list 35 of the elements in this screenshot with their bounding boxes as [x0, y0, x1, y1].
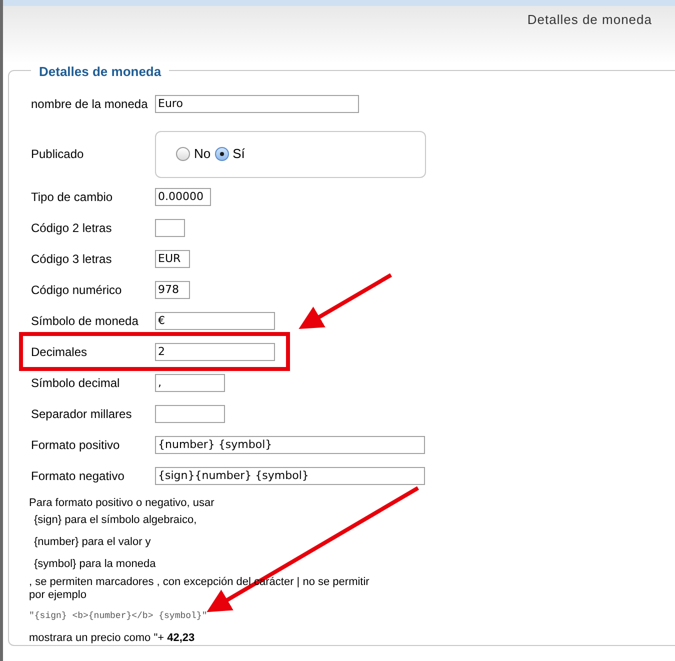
field-label: Decimales: [31, 344, 88, 360]
radio-button[interactable]: [176, 147, 190, 161]
text-field[interactable]: [155, 404, 225, 422]
code-example: "{sign} <b>{number}</b> {symbol}": [29, 610, 208, 623]
text-field[interactable]: 978: [155, 280, 190, 298]
help-text: {sign} para el símbolo algebraico,: [33, 513, 198, 528]
text-field[interactable]: 0.00000: [155, 188, 211, 206]
field-label: Publicado: [31, 146, 85, 163]
text-field[interactable]: [155, 218, 185, 236]
text-field[interactable]: {sign}{number} {symbol}: [155, 466, 425, 484]
field-label: Formato negativo: [31, 468, 126, 484]
text-field[interactable]: EUR: [155, 250, 190, 268]
text-field[interactable]: {number} {symbol}: [155, 436, 425, 454]
field-label: Símbolo decimal: [31, 374, 121, 392]
text-field[interactable]: 2: [155, 342, 275, 360]
page-title: Detalles de moneda: [527, 11, 652, 29]
text-field[interactable]: ,: [155, 374, 225, 392]
radio-label: Sí: [232, 145, 245, 164]
help-text: por ejemplo: [29, 589, 88, 602]
field-label: Separador millares: [31, 406, 133, 422]
field-label: Formato positivo: [31, 436, 121, 454]
text-field[interactable]: Euro: [155, 94, 359, 112]
field-label: nombre de la moneda: [31, 96, 149, 112]
radio-button[interactable]: [214, 147, 229, 161]
help-text: mostrara un precio como "+ 42,23: [29, 632, 196, 644]
field-label: Código numérico: [31, 282, 123, 298]
help-text: Para formato positivo o negativo, usar: [29, 497, 216, 510]
help-text: {number} para el valor y: [33, 535, 152, 550]
radio-label: No: [194, 145, 211, 164]
text-field[interactable]: €: [155, 312, 275, 330]
field-label: Tipo de cambio: [31, 188, 114, 206]
help-text: {symbol} para la moneda: [33, 557, 157, 572]
field-label: Símbolo de moneda: [31, 312, 140, 330]
field-label: Código 3 letras: [31, 250, 113, 268]
field-label: Código 2 letras: [31, 220, 113, 236]
